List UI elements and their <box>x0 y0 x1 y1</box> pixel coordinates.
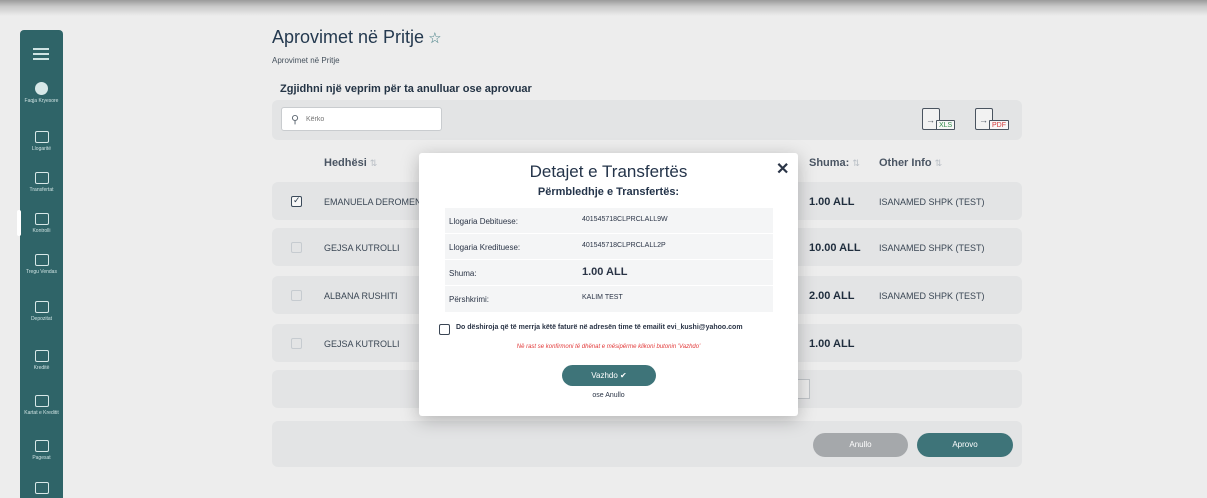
modal-title: Detajet e Transfertës <box>529 162 688 181</box>
confirmation-note: Në rast se konfirmoni të dhënat e mësipë… <box>516 344 701 350</box>
email-invoice-label[interactable]: Do dëshiroja që të merrja këtë faturë në… <box>456 324 743 331</box>
transfer-summary: Llogaria Debituese: 401545718CLPRCLALL9W… <box>445 208 773 312</box>
amount-value: 1.00 ALL <box>582 266 628 278</box>
transfer-details-modal: Detajet e Transfertës ✕ Përmbledhje e Tr… <box>419 153 798 416</box>
summary-row-amount: Shuma: 1.00 ALL <box>445 260 773 286</box>
or-cancel-link[interactable]: ose Anullo <box>419 392 798 399</box>
debit-account-label: Llogaria Debituese: <box>449 217 518 226</box>
amount-label: Shuma: <box>449 269 477 278</box>
modal-subtitle: Përmbledhje e Transfertës: <box>537 186 680 198</box>
summary-row-debit: Llogaria Debituese: 401545718CLPRCLALL9W <box>445 208 773 234</box>
description-value: KALIM TEST <box>582 294 623 301</box>
credit-account-value: 401545718CLPRCLALL2P <box>582 242 666 249</box>
summary-row-description: Përshkrimi: KALIM TEST <box>445 286 773 312</box>
credit-account-label: Llogaria Kredituese: <box>449 243 521 252</box>
description-label: Përshkrimi: <box>449 295 490 304</box>
close-icon[interactable]: ✕ <box>776 159 789 179</box>
continue-button[interactable]: Vazhdo ✔ <box>562 365 656 386</box>
summary-row-credit: Llogaria Kredituese: 401545718CLPRCLALL2… <box>445 234 773 260</box>
email-invoice-checkbox[interactable] <box>439 324 450 335</box>
debit-account-value: 401545718CLPRCLALL9W <box>582 216 668 223</box>
